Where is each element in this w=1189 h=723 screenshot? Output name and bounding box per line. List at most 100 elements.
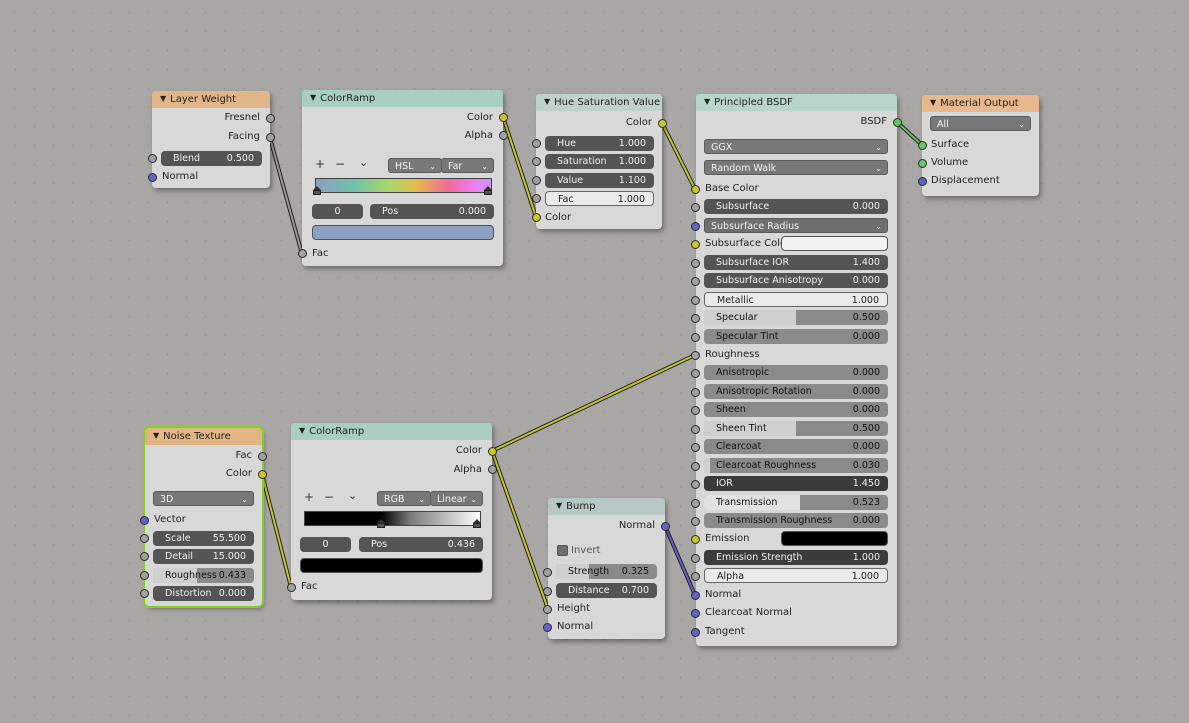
invert-checkbox[interactable] [557,545,568,556]
sheen-field[interactable]: Sheen 0.000 [704,402,888,417]
noise-color-output-socket[interactable] [258,470,267,479]
roughness-field[interactable]: Roughness 0.433 [153,568,254,583]
scale-input-socket[interactable] [140,534,149,543]
collapse-chevron-icon[interactable]: ▼ [299,423,305,439]
facing-output-socket[interactable] [266,133,275,142]
noise-header[interactable]: ▼ Noise Texture [145,428,262,445]
collapse-chevron-icon[interactable]: ▼ [160,91,166,107]
transmission-roughness-field[interactable]: Transmission Roughness 0.000 [704,513,888,528]
interpolation-dropdown[interactable]: Linear ⌄ [430,491,483,506]
noise-fac-output-socket[interactable] [258,452,267,461]
distance-input-socket[interactable] [543,587,552,596]
ramp-stop-left-handle[interactable] [377,519,385,528]
bump-normal-output-socket[interactable] [661,522,670,531]
distortion-input-socket[interactable] [140,589,149,598]
color-output-socket[interactable] [488,447,497,456]
colorramp-header[interactable]: ▼ ColorRamp [291,423,492,440]
fac-input-socket[interactable] [287,583,296,592]
color-mode-dropdown[interactable]: RGB ⌄ [377,491,431,506]
hue-input-socket[interactable] [532,139,541,148]
interpolation-dropdown[interactable]: Far ⌄ [441,158,494,173]
clearcoat-socket[interactable] [691,443,700,452]
hsv-color-output-socket[interactable] [658,119,667,128]
distance-field[interactable]: Distance 0.700 [556,583,657,598]
material-output-node[interactable]: ▼ Material Output All ⌄ Surface Volume Dis… [922,95,1039,196]
clearcoat-roughness-field[interactable]: Clearcoat Roughness 0.030 [704,458,888,473]
normal-socket[interactable] [691,591,700,600]
subsurface-field[interactable]: Subsurface 0.000 [704,199,888,214]
color-output-socket[interactable] [499,113,508,122]
surface-input-socket[interactable] [918,141,927,150]
ior-field[interactable]: IOR 1.450 [704,476,888,491]
color-ramp-gradient[interactable] [304,511,481,526]
hue-saturation-value-node[interactable]: ▼ Hue Saturation Value Color Hue 1.000 Sat… [536,94,662,229]
collapse-chevron-icon[interactable]: ▼ [704,94,710,110]
emission-strength-socket[interactable] [691,554,700,563]
stop-index-field[interactable]: 0 [300,537,351,552]
bump-node[interactable]: ▼ Bump Normal Invert Strength 0.325 Distan… [548,498,665,639]
bsdf-header[interactable]: ▼ Principled BSDF [696,94,897,111]
subsurface-anisotropy-field[interactable]: Subsurface Anisotropy 0.000 [704,273,888,288]
stop-position-field[interactable]: Pos 0.436 [359,537,483,552]
colorramp-node-1[interactable]: ▼ ColorRamp Color Alpha + − ⌄ HSL ⌄ Far ⌄ 0… [302,90,503,266]
value-field[interactable]: Value 1.100 [545,173,654,188]
collapse-chevron-icon[interactable]: ▼ [930,95,936,111]
subsurface-method-dropdown[interactable]: Random Walk ⌄ [704,160,888,175]
strength-field[interactable]: Strength 0.325 [556,564,657,579]
emission-strength-field[interactable]: Emission Strength 1.000 [704,550,888,565]
detail-input-socket[interactable] [140,552,149,561]
ramp-stop-right-handle[interactable] [473,519,481,528]
colorramp-node-2[interactable]: ▼ ColorRamp Color Alpha + − ⌄ RGB ⌄ Linear… [291,423,492,600]
subsurface-anisotropy-socket[interactable] [691,277,700,286]
bsdf-output-socket[interactable] [893,118,902,127]
clearcoat-roughness-socket[interactable] [691,462,700,471]
add-stop-button[interactable]: + [304,490,314,504]
specular-field[interactable]: Specular 0.500 [704,310,888,325]
subsurface-color-swatch[interactable] [781,236,888,251]
ramp-menu-chevron-icon[interactable]: ⌄ [359,156,368,169]
subsurface-radius-dropdown[interactable]: Subsurface Radius ⌄ [704,218,888,233]
sheen-socket[interactable] [691,406,700,415]
alpha-output-socket[interactable] [488,465,497,474]
normal-input-socket[interactable] [543,623,552,632]
add-stop-button[interactable]: + [315,157,325,171]
strength-input-socket[interactable] [543,568,552,577]
fac-field[interactable]: Fac 1.000 [545,191,654,206]
remove-stop-button[interactable]: − [324,490,334,504]
height-input-socket[interactable] [543,605,552,614]
ramp-stop-right-handle[interactable] [484,186,492,195]
anisotropic-rotation-field[interactable]: Anisotropic Rotation 0.000 [704,384,888,399]
sheen-tint-field[interactable]: Sheen Tint 0.500 [704,421,888,436]
scale-field[interactable]: Scale 55.500 [153,531,254,546]
blend-input-socket[interactable] [148,154,157,163]
stop-position-field[interactable]: Pos 0.000 [370,204,494,219]
collapse-chevron-icon[interactable]: ▼ [310,90,316,106]
colorramp-header[interactable]: ▼ ColorRamp [302,90,503,107]
distortion-field[interactable]: Distortion 0.000 [153,586,254,601]
displacement-input-socket[interactable] [918,177,927,186]
fac-input-socket[interactable] [532,194,541,203]
alpha-field[interactable]: Alpha 1.000 [704,568,888,583]
color-ramp-gradient[interactable] [315,178,492,193]
material-output-header[interactable]: ▼ Material Output [922,95,1039,112]
distribution-dropdown[interactable]: GGX ⌄ [704,139,888,154]
layer-weight-header[interactable]: ▼ Layer Weight [152,91,270,108]
dimensions-dropdown[interactable]: 3D ⌄ [153,491,254,506]
metallic-socket[interactable] [691,296,700,305]
sheen-tint-socket[interactable] [691,425,700,434]
value-input-socket[interactable] [532,176,541,185]
hue-field[interactable]: Hue 1.000 [545,136,654,151]
subsurface-color-socket[interactable] [691,240,700,249]
layer-weight-node[interactable]: ▼ Layer Weight Fresnel Facing Blend 0.500 … [152,91,270,188]
subsurface-radius-socket[interactable] [691,222,700,231]
blend-field[interactable]: Blend 0.500 [161,151,262,166]
volume-input-socket[interactable] [918,159,927,168]
ramp-menu-chevron-icon[interactable]: ⌄ [348,489,357,502]
normal-input-socket[interactable] [148,173,157,182]
collapse-chevron-icon[interactable]: ▼ [153,428,159,444]
base-color-socket[interactable] [691,185,700,194]
saturation-input-socket[interactable] [532,157,541,166]
tangent-socket[interactable] [691,628,700,637]
saturation-field[interactable]: Saturation 1.000 [545,154,654,169]
roughness-input-socket[interactable] [140,571,149,580]
